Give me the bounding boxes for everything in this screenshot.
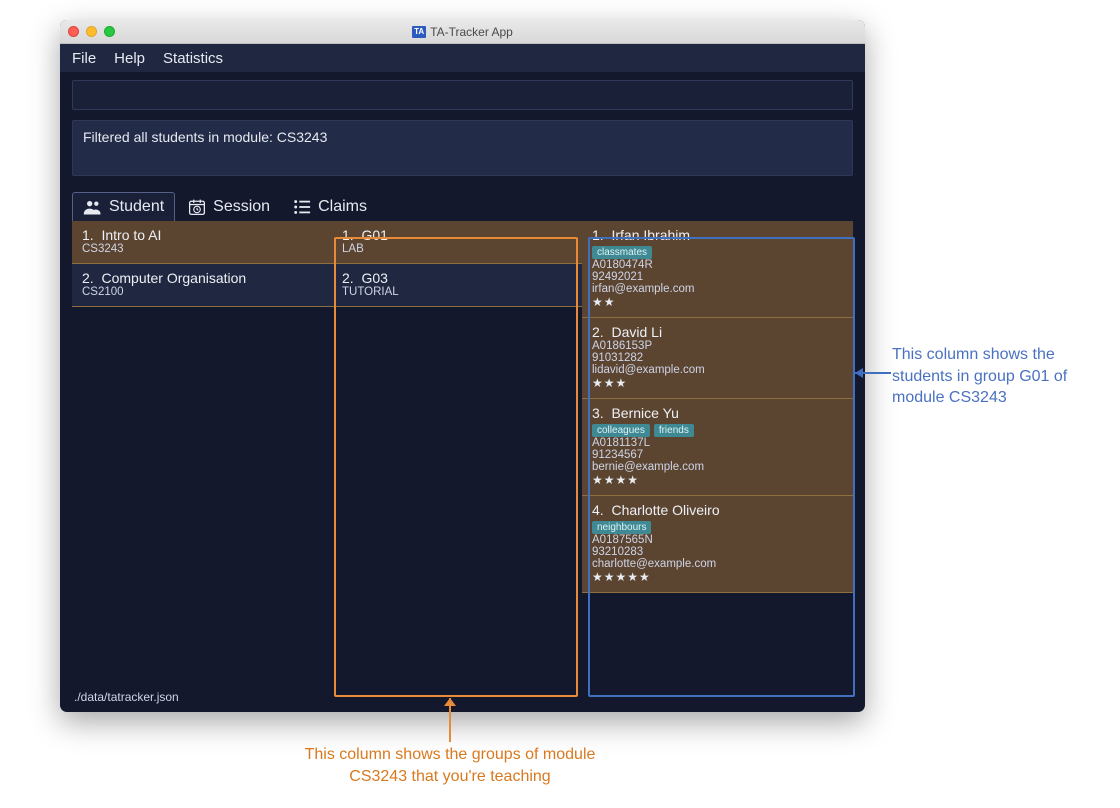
module-item[interactable]: 2. Computer OrganisationCS2100 (72, 264, 332, 307)
module-item[interactable]: 1. Intro to AICS3243 (72, 221, 332, 264)
window-title: TA TA-Tracker App (60, 25, 865, 39)
result-text: Filtered all students in module: CS3243 (83, 129, 327, 145)
student-item[interactable]: 4. Charlotte OliveironeighboursA0187565N… (582, 496, 853, 593)
students-column: 1. Irfan IbrahimclassmatesA0180474R92492… (582, 221, 853, 682)
tab-claims-label: Claims (318, 198, 367, 216)
view-tabs: Student Session Claims (60, 192, 865, 221)
group-item[interactable]: 1. G01LAB (332, 221, 582, 264)
student-item[interactable]: 2. David LiA0186153P91031282lidavid@exam… (582, 318, 853, 399)
tab-claims[interactable]: Claims (282, 193, 377, 221)
status-bar: ./data/tatracker.json (60, 686, 865, 712)
window-title-text: TA-Tracker App (430, 25, 513, 39)
callout-students: This column shows the students in group … (892, 344, 1102, 409)
command-input-wrap (60, 72, 865, 114)
app-window: TA TA-Tracker App File Help Statistics Fi… (60, 20, 865, 712)
result-wrap: Filtered all students in module: CS3243 (60, 114, 865, 186)
status-path: ./data/tatracker.json (74, 690, 179, 704)
tab-student[interactable]: Student (72, 192, 175, 221)
tab-session[interactable]: Session (177, 193, 280, 221)
student-item[interactable]: 3. Bernice YucolleaguesfriendsA0181137L9… (582, 399, 853, 496)
menu-file[interactable]: File (72, 50, 96, 67)
tab-session-label: Session (213, 198, 270, 216)
list-icon (292, 198, 312, 216)
titlebar: TA TA-Tracker App (60, 20, 865, 44)
group-item[interactable]: 2. G03TUTORIAL (332, 264, 582, 307)
app-icon: TA (412, 26, 426, 38)
menu-help[interactable]: Help (114, 50, 145, 67)
arrow-orange-head (444, 698, 456, 706)
people-icon (83, 198, 103, 216)
student-item[interactable]: 1. Irfan IbrahimclassmatesA0180474R92492… (582, 221, 853, 318)
columns: 1. Intro to AICS32432. Computer Organisa… (72, 221, 853, 682)
result-box: Filtered all students in module: CS3243 (72, 120, 853, 176)
command-input[interactable] (72, 80, 853, 110)
callout-groups: This column shows the groups of module C… (300, 744, 600, 787)
calendar-icon (187, 198, 207, 216)
tab-student-label: Student (109, 198, 164, 216)
modules-column: 1. Intro to AICS32432. Computer Organisa… (72, 221, 332, 682)
menu-statistics[interactable]: Statistics (163, 50, 223, 67)
arrow-blue-head (855, 368, 863, 378)
groups-column: 1. G01LAB2. G03TUTORIAL (332, 221, 582, 682)
menubar: File Help Statistics (60, 44, 865, 72)
